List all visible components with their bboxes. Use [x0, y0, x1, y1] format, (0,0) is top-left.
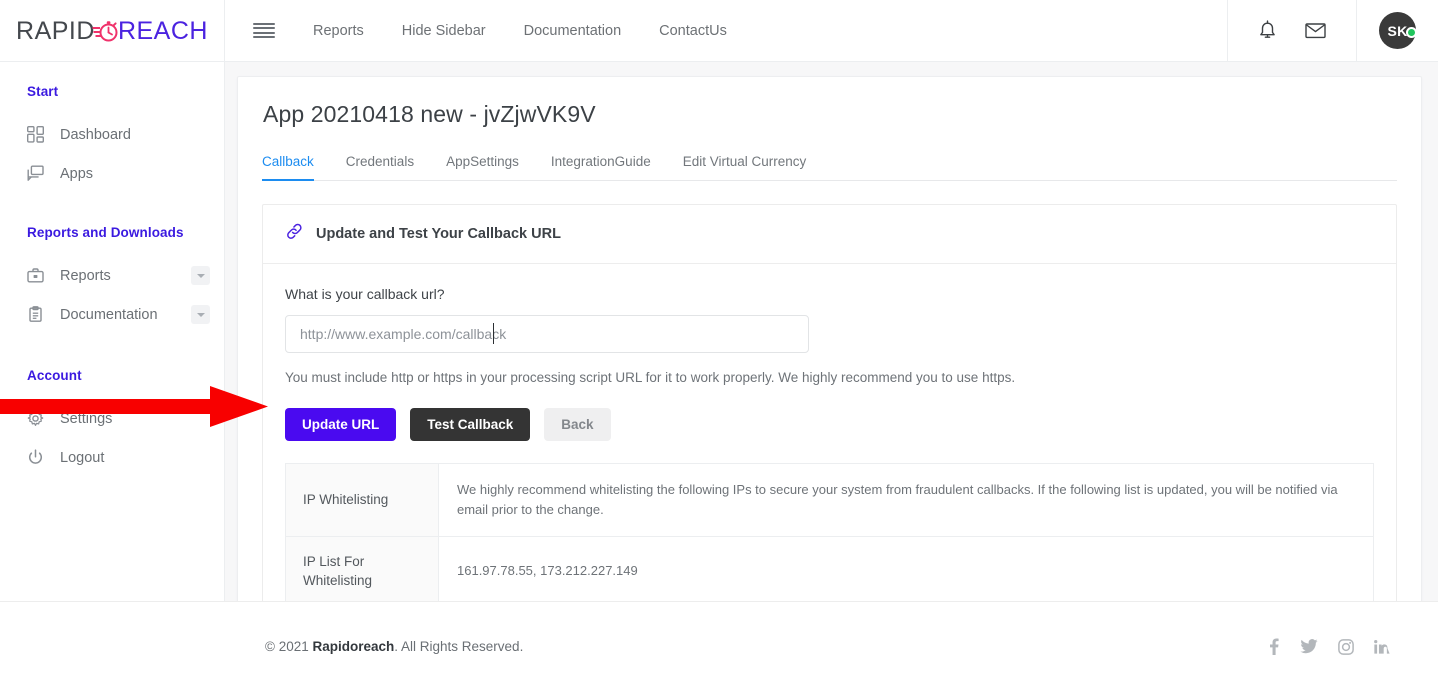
text-cursor: [493, 323, 494, 344]
table-cell-value: 161.97.78.55, 173.212.227.149: [437, 536, 1375, 607]
table-row: IP List For Whitelisting 161.97.78.55, 1…: [285, 536, 1375, 607]
briefcase-icon: [27, 267, 47, 284]
back-button[interactable]: Back: [544, 408, 611, 441]
sidebar-heading-account: Account: [27, 368, 82, 383]
table-cell-key: IP List For Whitelisting: [285, 536, 439, 607]
tab-credentials[interactable]: Credentials: [346, 154, 414, 181]
update-url-button[interactable]: Update URL: [285, 408, 397, 441]
page-title: App 20210418 new - jvZjwVK9V: [263, 101, 596, 127]
sidebar-heading-reports-downloads: Reports and Downloads: [27, 225, 184, 240]
apps-window-icon: [27, 165, 47, 182]
nav-link-reports[interactable]: Reports: [313, 17, 364, 45]
callback-url-label: What is your callback url?: [285, 286, 445, 302]
gear-icon: [27, 410, 47, 427]
tab-callback[interactable]: Callback: [262, 154, 314, 181]
top-bar-icons: [1227, 0, 1357, 62]
top-bar-right: SK: [1227, 0, 1438, 62]
callback-helper-text: You must include http or https in your p…: [285, 370, 1016, 385]
copyright-prefix: © 2021: [265, 639, 313, 654]
link-icon: [285, 222, 304, 246]
tab-bar: Callback Credentials AppSettings Integra…: [262, 154, 1398, 181]
facebook-icon[interactable]: [1266, 638, 1280, 655]
copyright-brand: Rapidoreach: [312, 639, 395, 654]
sidebar-item-dashboard[interactable]: Dashboard: [0, 115, 224, 154]
callback-card-body: What is your callback url? You must incl…: [263, 264, 1396, 613]
sidebar-item-reports[interactable]: Reports: [0, 256, 224, 295]
page-card: App 20210418 new - jvZjwVK9V Callback Cr…: [237, 76, 1423, 631]
nav-link-documentation[interactable]: Documentation: [524, 17, 622, 45]
sidebar-item-documentation[interactable]: Documentation: [0, 295, 224, 334]
nav-link-contactus[interactable]: ContactUs: [659, 17, 727, 45]
footer-socials: [1266, 638, 1390, 655]
hamburger-icon[interactable]: [253, 22, 275, 39]
nav-link-hide-sidebar[interactable]: Hide Sidebar: [402, 17, 486, 45]
main-content: App 20210418 new - jvZjwVK9V Callback Cr…: [225, 62, 1438, 631]
stopwatch-icon: [92, 17, 120, 45]
bell-icon[interactable]: [1258, 20, 1277, 41]
callback-url-input[interactable]: [285, 315, 809, 353]
logo-part-reach: REACH: [117, 16, 208, 45]
logo-text: RAPID REACH: [16, 17, 208, 46]
copyright-suffix: . All Rights Reserved.: [394, 639, 524, 654]
logo-part-rapid: RAPID: [16, 16, 95, 45]
sidebar-item-apps[interactable]: Apps: [0, 154, 224, 193]
footer-copyright: © 2021 Rapidoreach. All Rights Reserved.: [265, 639, 523, 654]
tab-appsettings[interactable]: AppSettings: [446, 154, 519, 181]
sidebar-item-label: Reports: [60, 267, 111, 284]
brand-logo[interactable]: RAPID REACH: [0, 0, 225, 62]
linkedin-icon[interactable]: [1374, 639, 1390, 654]
sidebar-item-label: Dashboard: [60, 126, 131, 143]
power-icon: [27, 449, 47, 466]
table-row: IP Whitelisting We highly recommend whit…: [285, 462, 1375, 538]
chevron-down-icon[interactable]: [191, 305, 210, 324]
callback-url-input-wrapper: [285, 315, 809, 353]
table-cell-key: IP Whitelisting: [285, 462, 439, 538]
grid-icon: [27, 126, 47, 143]
test-callback-button[interactable]: Test Callback: [410, 408, 531, 441]
tab-edit-virtual-currency[interactable]: Edit Virtual Currency: [683, 154, 807, 181]
chevron-down-icon[interactable]: [191, 266, 210, 285]
top-nav: Reports Hide Sidebar Documentation Conta…: [225, 0, 1227, 61]
sidebar-item-label: Documentation: [60, 306, 158, 323]
callback-card-title: Update and Test Your Callback URL: [316, 226, 561, 242]
footer: © 2021 Rapidoreach. All Rights Reserved.: [0, 601, 1438, 691]
sidebar-item-logout[interactable]: Logout: [0, 438, 224, 477]
table-cell-value: We highly recommend whitelisting the fol…: [437, 462, 1375, 538]
sidebar-item-label: Apps: [60, 165, 94, 182]
callback-card-header: Update and Test Your Callback URL: [263, 205, 1397, 264]
envelope-icon[interactable]: [1305, 22, 1326, 39]
sidebar-item-label: Logout: [60, 449, 105, 466]
top-bar: RAPID REACH Reports Hide Sidebar Documen…: [0, 0, 1438, 62]
sidebar-item-settings[interactable]: Settings: [0, 399, 224, 438]
sidebar-heading-start: Start: [27, 84, 59, 99]
avatar-wrapper: SK: [1357, 12, 1438, 49]
instagram-icon[interactable]: [1338, 638, 1354, 655]
callback-card: Update and Test Your Callback URL What i…: [262, 204, 1398, 614]
button-row: Update URL Test Callback Back: [285, 408, 1374, 441]
tab-integrationguide[interactable]: IntegrationGuide: [551, 154, 651, 181]
clipboard-icon: [27, 306, 47, 323]
ip-whitelisting-table: IP Whitelisting We highly recommend whit…: [285, 462, 1375, 607]
app-root: RAPID REACH Reports Hide Sidebar Documen…: [0, 0, 1438, 691]
sidebar: Start Dashboard Apps Reports and Downloa…: [0, 62, 225, 601]
online-status-dot: [1406, 27, 1417, 38]
sidebar-item-label: Settings: [60, 410, 113, 427]
twitter-icon[interactable]: [1300, 639, 1318, 654]
body-row: Start Dashboard Apps Reports and Downloa…: [0, 62, 1438, 631]
